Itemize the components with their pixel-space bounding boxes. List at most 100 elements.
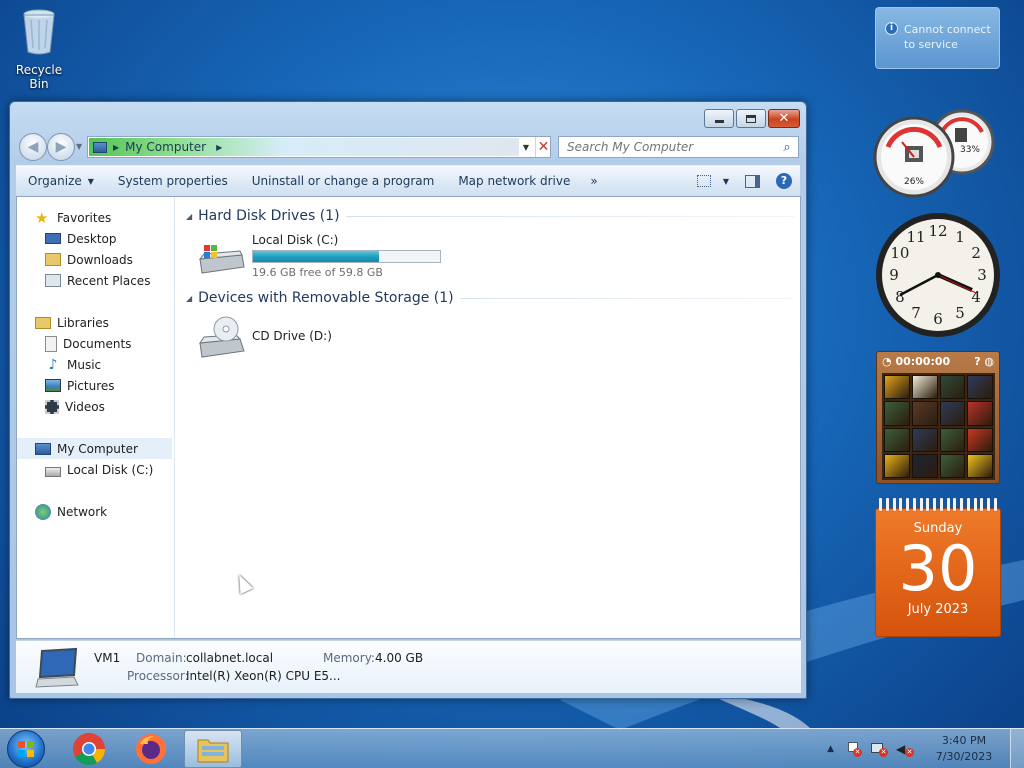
collapse-triangle-icon[interactable]: ◢: [186, 212, 192, 221]
nav-local-disk[interactable]: Local Disk (C:): [17, 459, 174, 480]
nav-libraries[interactable]: Libraries: [17, 312, 174, 333]
back-button[interactable]: ◀: [19, 133, 47, 161]
address-dropdown-icon[interactable]: ▼: [519, 137, 533, 157]
address-clear-icon[interactable]: ✕: [535, 137, 551, 157]
forward-button[interactable]: ▶: [47, 133, 75, 161]
puzzle-grid[interactable]: [882, 373, 995, 480]
puzzle-tile[interactable]: [884, 453, 910, 478]
nav-desktop[interactable]: Desktop: [17, 228, 174, 249]
network-status-icon[interactable]: ✕: [870, 741, 888, 757]
puzzle-tile[interactable]: [967, 401, 993, 426]
action-center-flag-icon[interactable]: ✕: [846, 741, 862, 757]
taskbar-clock[interactable]: 3:40 PM 7/30/2023: [918, 733, 1010, 765]
puzzle-tile[interactable]: [884, 401, 910, 426]
notification-text: Cannot connect to service: [904, 23, 991, 51]
calendar-page: Sunday 30 July 2023: [875, 508, 1001, 637]
windows-logo-icon: [18, 741, 34, 757]
start-button[interactable]: [7, 730, 45, 768]
uninstall-program-button[interactable]: Uninstall or change a program: [240, 166, 447, 196]
nav-documents[interactable]: Documents: [17, 333, 174, 354]
puzzle-tile[interactable]: [967, 375, 993, 400]
map-network-drive-button[interactable]: Map network drive: [446, 166, 582, 196]
close-button[interactable]: ✕: [768, 109, 800, 128]
libraries-icon: [35, 316, 51, 329]
group-removable-storage[interactable]: ◢ Devices with Removable Storage (1): [182, 287, 794, 309]
recent-pages-dropdown[interactable]: ▼: [76, 142, 82, 151]
puzzle-tile[interactable]: [967, 427, 993, 452]
organize-button[interactable]: Organize ▼: [16, 166, 106, 196]
breadcrumb-chevron-icon[interactable]: ▶: [216, 143, 222, 152]
collapse-triangle-icon[interactable]: ◢: [186, 294, 192, 303]
drive-c-usage-fill: [253, 251, 379, 262]
processor-label: Processor:: [127, 669, 189, 683]
recycle-bin-graphic: [23, 9, 55, 55]
search-icon[interactable]: ⌕: [776, 140, 798, 155]
clock-numeral: 1: [955, 228, 965, 246]
notification-gadget[interactable]: i Cannot connect to service: [875, 7, 1000, 69]
nav-my-computer[interactable]: My Computer: [17, 438, 172, 459]
info-icon: i: [885, 22, 898, 35]
help-button[interactable]: ?: [770, 166, 800, 196]
show-hidden-icons-button[interactable]: ▲: [819, 744, 842, 754]
items-view[interactable]: ◢ Hard Disk Drives (1) Local Disk (C:) 1…: [176, 197, 800, 638]
firefox-icon: [136, 734, 166, 764]
nav-network[interactable]: Network: [17, 501, 174, 522]
firefox-taskbar-button[interactable]: [122, 730, 180, 768]
calendar-month-year: July 2023: [907, 602, 969, 617]
music-icon: ♪: [48, 356, 58, 373]
drive-d-tile[interactable]: CD Drive (D:): [196, 315, 794, 375]
chrome-taskbar-button[interactable]: [60, 730, 118, 768]
puzzle-tile[interactable]: [884, 375, 910, 400]
puzzle-tile[interactable]: [911, 401, 938, 426]
group-hard-disk-drives[interactable]: ◢ Hard Disk Drives (1): [182, 205, 794, 227]
preview-pane-icon: [745, 174, 760, 188]
drive-icon: [45, 466, 61, 477]
puzzle-tile[interactable]: [911, 427, 938, 452]
recycle-bin-icon[interactable]: Recycle Bin: [6, 6, 72, 91]
maximize-button[interactable]: [736, 109, 766, 128]
puzzle-tile[interactable]: [911, 375, 938, 400]
nav-downloads[interactable]: Downloads: [17, 249, 174, 270]
cpu-meter-gadget[interactable]: 33% 26%: [872, 102, 1002, 198]
navigation-pane[interactable]: ★ Favorites Desktop Downloads Recent Plac…: [17, 197, 175, 638]
puzzle-tile[interactable]: [939, 427, 966, 452]
search-input[interactable]: [559, 140, 776, 154]
breadcrumb-my-computer[interactable]: My Computer: [125, 140, 206, 154]
computer-icon: [35, 442, 51, 455]
calendar-gadget[interactable]: Sunday 30 July 2023: [875, 498, 1001, 637]
puzzle-tile[interactable]: [939, 453, 966, 478]
change-view-button[interactable]: ▼: [691, 166, 735, 196]
address-bar[interactable]: ▶ My Computer ▶ ▼ ✕: [87, 136, 551, 158]
nav-videos[interactable]: Videos: [17, 396, 174, 417]
minimize-button[interactable]: [704, 109, 734, 128]
puzzle-controls-icon[interactable]: ? ◍: [974, 355, 994, 368]
domain-value: collabnet.local: [186, 651, 274, 665]
breadcrumb-separator-icon[interactable]: ▶: [113, 143, 119, 152]
cpu-percent: 26%: [904, 177, 924, 187]
computer-name: VM1: [94, 651, 121, 665]
nav-music[interactable]: ♪ Music: [17, 354, 174, 375]
drive-c-free-space: 19.6 GB free of 59.8 GB: [252, 266, 383, 279]
nav-pictures[interactable]: Pictures: [17, 375, 174, 396]
puzzle-tile[interactable]: [884, 427, 910, 452]
view-dropdown-icon[interactable]: ▼: [723, 177, 729, 186]
puzzle-tile[interactable]: [939, 401, 966, 426]
puzzle-tile[interactable]: [967, 453, 993, 478]
clock-gadget[interactable]: 12 12 3 45678 9 1011: [874, 211, 1002, 339]
clock-numeral: 8: [895, 288, 905, 306]
preview-pane-button[interactable]: [735, 166, 770, 196]
explorer-taskbar-button[interactable]: [184, 730, 242, 768]
more-commands-button[interactable]: »: [582, 166, 605, 196]
volume-muted-icon[interactable]: ◀ ✕: [896, 741, 914, 757]
clock-numeral: 7: [911, 304, 921, 322]
forward-arrow-icon: ▶: [55, 139, 67, 155]
nav-recent-places[interactable]: Recent Places: [17, 270, 174, 291]
star-icon: ★: [35, 208, 49, 227]
drive-c-tile[interactable]: Local Disk (C:) 19.6 GB free of 59.8 GB: [196, 231, 794, 291]
puzzle-tile[interactable]: [911, 453, 938, 478]
show-desktop-button[interactable]: [1010, 729, 1024, 768]
nav-favorites[interactable]: ★ Favorites: [17, 207, 174, 228]
puzzle-tile[interactable]: [939, 375, 966, 400]
system-properties-button[interactable]: System properties: [106, 166, 240, 196]
picture-puzzle-gadget[interactable]: ◔ 00:00:00 ? ◍: [876, 351, 1000, 484]
